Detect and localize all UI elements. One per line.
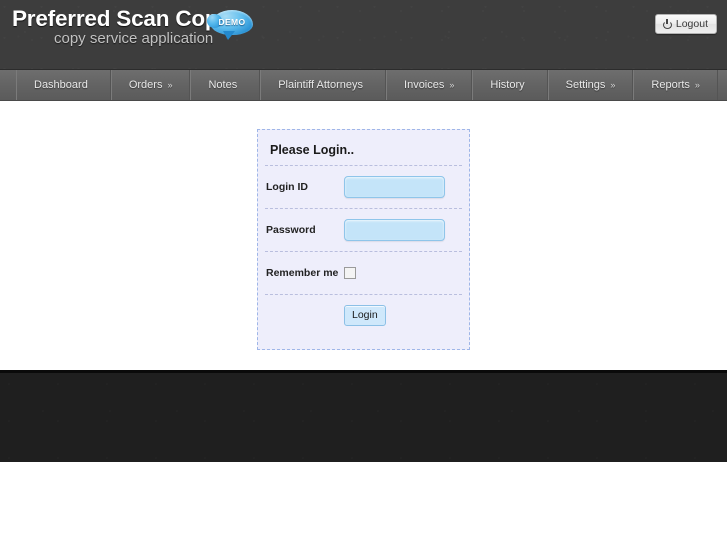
main-navigation: Dashboard Orders » Notes Plaintiff Attor… bbox=[0, 70, 727, 101]
remember-me-row: Remember me bbox=[258, 252, 469, 294]
login-panel-title: Please Login.. bbox=[270, 143, 355, 157]
speech-bubble-tail-icon bbox=[223, 31, 235, 40]
login-id-input[interactable] bbox=[344, 176, 445, 198]
nav-item-label: Settings bbox=[565, 79, 606, 91]
nav-item-label: History bbox=[490, 79, 525, 91]
nav-item-notes[interactable]: Notes bbox=[190, 70, 261, 100]
nav-item-label: Plaintiff Attorneys bbox=[278, 79, 364, 91]
nav-item-label: Dashboard bbox=[34, 79, 88, 91]
password-label: Password bbox=[266, 224, 316, 236]
nav-item-orders[interactable]: Orders » bbox=[110, 70, 191, 100]
nav-item-label: Notes bbox=[208, 79, 238, 91]
nav-item-reports[interactable]: Reports » bbox=[633, 70, 718, 100]
nav-caret-icon: » bbox=[610, 80, 616, 90]
nav-caret-icon: » bbox=[694, 80, 700, 90]
password-row: Password bbox=[258, 209, 469, 251]
nav-item-invoices[interactable]: Invoices » bbox=[386, 70, 473, 100]
logout-button-label: Logout bbox=[675, 18, 708, 30]
page-below-footer bbox=[0, 462, 727, 545]
nav-item-label: Reports bbox=[651, 79, 690, 91]
nav-item-label: Invoices bbox=[404, 79, 445, 91]
nav-item-settings[interactable]: Settings » bbox=[547, 70, 634, 100]
login-id-row: Login ID bbox=[258, 166, 469, 208]
power-icon bbox=[662, 18, 672, 29]
nav-item-label: Orders bbox=[128, 79, 163, 91]
nav-item-dashboard[interactable]: Dashboard bbox=[16, 70, 111, 100]
nav-item-plaintiff-attorneys[interactable]: Plaintiff Attorneys bbox=[260, 70, 387, 100]
main-content: Please Login.. Login ID Password Remembe… bbox=[0, 101, 727, 370]
remember-me-checkbox[interactable] bbox=[344, 267, 356, 279]
demo-badge-label: DEMO bbox=[218, 17, 246, 27]
nav-item-history[interactable]: History bbox=[472, 70, 548, 100]
nav-caret-icon: » bbox=[449, 80, 455, 90]
login-id-label: Login ID bbox=[266, 181, 308, 193]
remember-me-label: Remember me bbox=[266, 267, 339, 279]
logout-button[interactable]: Logout bbox=[654, 14, 717, 34]
demo-badge: DEMO bbox=[207, 10, 253, 40]
page-footer bbox=[0, 373, 727, 462]
page-header: Preferred Scan Copy copy service applica… bbox=[0, 0, 727, 70]
login-panel: Please Login.. Login ID Password Remembe… bbox=[257, 129, 470, 350]
login-button-row: Login bbox=[258, 295, 469, 335]
nav-caret-icon: » bbox=[167, 80, 173, 90]
brand-subtitle: copy service application bbox=[54, 30, 214, 47]
password-input[interactable] bbox=[344, 219, 445, 241]
login-submit-button[interactable]: Login bbox=[344, 304, 386, 326]
